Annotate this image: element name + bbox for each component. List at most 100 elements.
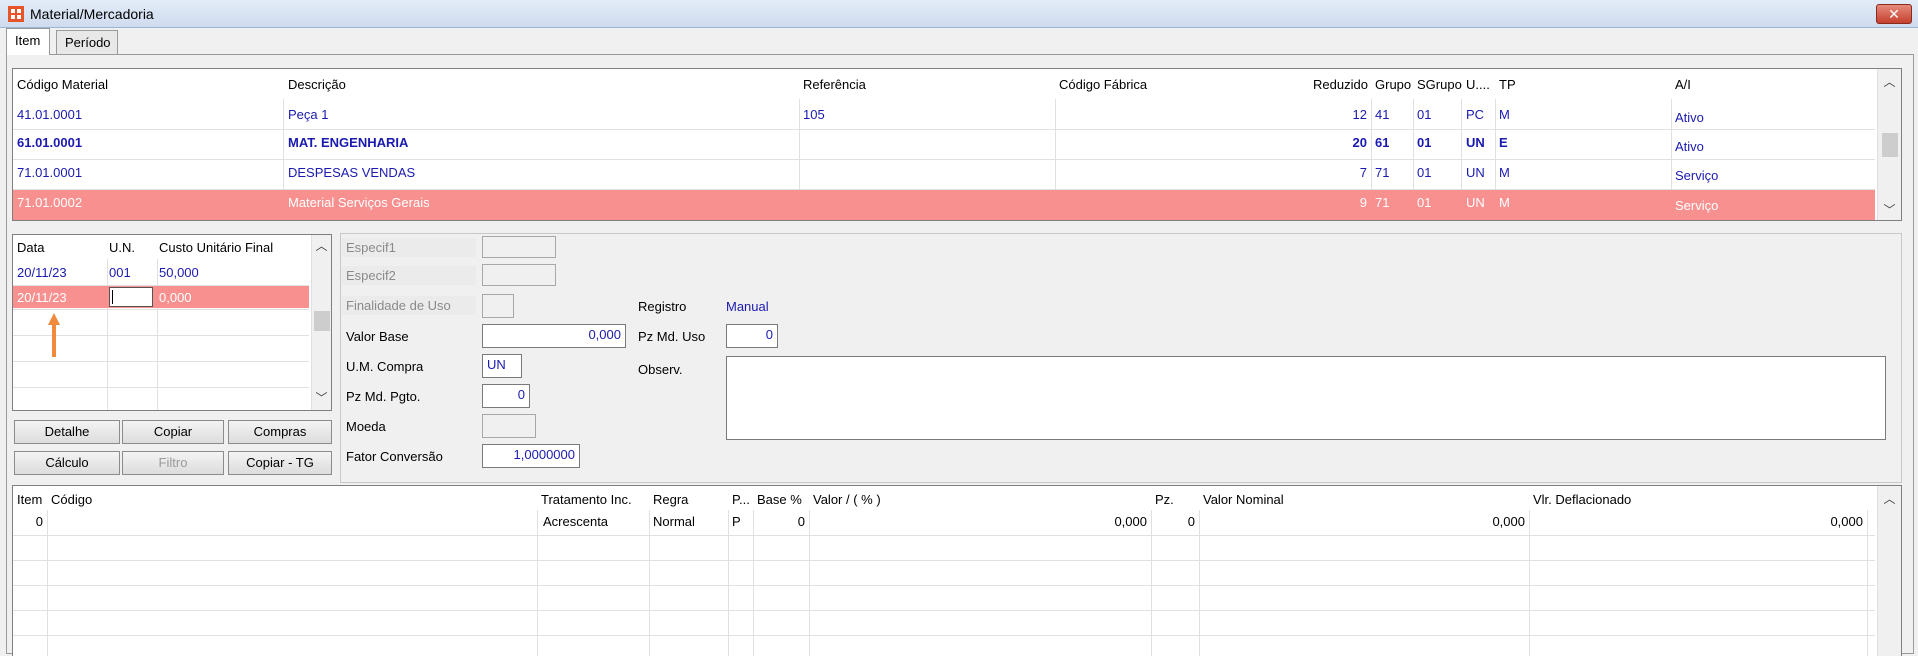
moeda-label: Moeda xyxy=(346,419,386,434)
col-header-nominal[interactable]: Valor Nominal xyxy=(1203,492,1284,507)
row-divider xyxy=(13,610,1875,611)
pz-md-uso-label: Pz Md. Uso xyxy=(638,329,706,344)
col-header-descricao[interactable]: Descrição xyxy=(288,77,346,92)
observ-textarea[interactable] xyxy=(726,356,1886,440)
cell-un: 001 xyxy=(109,265,131,280)
scroll-up-icon[interactable]: ︿ xyxy=(1878,490,1901,507)
window-title: Material/Mercadoria xyxy=(30,6,154,22)
detalhe-button[interactable]: Detalhe xyxy=(14,420,120,444)
cell-un: UN xyxy=(1466,195,1485,210)
col-header-codigo[interactable]: Código Material xyxy=(17,77,108,92)
items-grid: Item Código Tratamento Inc. Regra P... B… xyxy=(12,485,1902,656)
compras-button[interactable]: Compras xyxy=(228,420,332,444)
tab-periodo[interactable]: Período xyxy=(56,30,118,54)
cell-pz: 0 xyxy=(1187,514,1195,529)
cell-nominal: 0,000 xyxy=(1492,514,1525,529)
col-header-p[interactable]: P... xyxy=(732,492,750,507)
col-header-base[interactable]: Base % xyxy=(757,492,802,507)
un-input[interactable] xyxy=(109,287,153,307)
filtro-button[interactable]: Filtro xyxy=(122,451,224,475)
fator-input[interactable]: 1,0000000 xyxy=(482,444,580,468)
especif1-input[interactable] xyxy=(482,236,556,258)
cell-ai: Serviço xyxy=(1675,198,1719,213)
scroll-up-icon[interactable]: ︿ xyxy=(312,237,331,254)
scroll-up-icon[interactable]: ︿ xyxy=(1878,73,1901,90)
cell-data: 20/11/23 xyxy=(17,290,67,305)
col-header-deflacionado[interactable]: Vlr. Deflacionado xyxy=(1533,492,1631,507)
cell-reduzido: 9 xyxy=(1359,195,1367,210)
cell-ai: Ativo xyxy=(1675,110,1704,125)
col-header-tratamento[interactable]: Tratamento Inc. xyxy=(541,492,632,507)
cell-codigo: 41.01.0001 xyxy=(17,107,83,122)
col-header-data[interactable]: Data xyxy=(17,240,44,255)
col-header-valor[interactable]: Valor / ( % ) xyxy=(813,492,881,507)
cell-item: 0 xyxy=(35,514,43,529)
col-header-referencia[interactable]: Referência xyxy=(803,77,866,92)
cell-ai: Serviço xyxy=(1675,168,1719,183)
tab-label: Item xyxy=(15,33,41,48)
items-scrollbar[interactable]: ︿ xyxy=(1877,486,1901,656)
scroll-thumb[interactable] xyxy=(314,311,330,331)
cell-reduzido: 20 xyxy=(1352,135,1367,150)
cell-sgrupo: 01 xyxy=(1417,165,1432,180)
finalidade-input[interactable] xyxy=(482,294,514,318)
col-header-grupo[interactable]: Grupo xyxy=(1375,77,1411,92)
cell-regra: Normal xyxy=(653,514,695,529)
especif2-input[interactable] xyxy=(482,264,556,286)
col-header-un[interactable]: U.... xyxy=(1466,77,1490,92)
tab-item[interactable]: Item xyxy=(6,28,50,55)
finalidade-label: Finalidade de Uso xyxy=(342,296,476,315)
col-header-codigo[interactable]: Código xyxy=(51,492,92,507)
cell-ai: Ativo xyxy=(1675,139,1704,154)
col-header-ai[interactable]: A/I xyxy=(1675,77,1691,92)
cell-data: 20/11/23 xyxy=(17,265,67,280)
col-header-un[interactable]: U.N. xyxy=(109,240,135,255)
col-header-fabrica[interactable]: Código Fábrica xyxy=(1059,77,1147,92)
cell-reduzido: 7 xyxy=(1359,165,1367,180)
pz-md-pgto-label: Pz Md. Pgto. xyxy=(346,389,421,404)
tab-label: Período xyxy=(65,35,111,50)
col-header-custo[interactable]: Custo Unitário Final xyxy=(159,240,273,255)
valor-base-input[interactable]: 0,000 xyxy=(482,324,626,348)
cell-sgrupo: 01 xyxy=(1417,107,1432,122)
col-header-regra[interactable]: Regra xyxy=(653,492,688,507)
title-bar: Material/Mercadoria ✕ xyxy=(0,0,1918,28)
cost-scrollbar[interactable]: ︿ ﹀ xyxy=(311,235,331,410)
cell-codigo: 71.01.0002 xyxy=(17,195,83,210)
cell-codigo: 71.01.0001 xyxy=(17,165,83,180)
cost-grid: Data U.N. Custo Unitário Final 20/11/23 … xyxy=(12,234,332,411)
um-compra-input[interactable]: UN xyxy=(482,354,522,378)
scroll-thumb[interactable] xyxy=(1882,133,1898,157)
cell-descricao: MAT. ENGENHARIA xyxy=(288,135,409,150)
calculo-button[interactable]: Cálculo xyxy=(14,451,120,475)
close-button[interactable]: ✕ xyxy=(1876,4,1912,24)
pz-md-pgto-input[interactable]: 0 xyxy=(482,384,530,408)
scroll-down-icon[interactable]: ﹀ xyxy=(1878,201,1901,218)
cell-un: UN xyxy=(1466,135,1485,150)
cell-sgrupo: 01 xyxy=(1417,195,1432,210)
cell-sgrupo: 01 xyxy=(1417,135,1432,150)
row-divider xyxy=(13,387,309,388)
col-header-tp[interactable]: TP xyxy=(1499,77,1516,92)
col-header-pz[interactable]: Pz. xyxy=(1155,492,1174,507)
cell-p: P xyxy=(732,514,741,529)
scroll-down-icon[interactable]: ﹀ xyxy=(312,389,331,406)
valor-base-label: Valor Base xyxy=(346,329,409,344)
copiar-tg-button[interactable]: Copiar - TG xyxy=(228,451,332,475)
cell-custo: 0,000 xyxy=(159,290,192,305)
cell-tp: E xyxy=(1499,135,1508,150)
materials-scrollbar[interactable]: ︿ ﹀ xyxy=(1877,69,1901,220)
registro-value: Manual xyxy=(726,299,769,314)
moeda-input[interactable] xyxy=(482,414,536,438)
pz-md-uso-input[interactable]: 0 xyxy=(726,324,778,348)
cell-grupo: 71 xyxy=(1375,195,1390,210)
row-divider xyxy=(13,535,1875,536)
registro-label: Registro xyxy=(638,299,687,314)
copiar-button[interactable]: Copiar xyxy=(122,420,224,444)
row-divider xyxy=(13,361,309,362)
text-cursor xyxy=(112,290,113,304)
col-header-item[interactable]: Item xyxy=(17,492,42,507)
cell-descricao: Material Serviços Gerais xyxy=(288,195,430,210)
col-header-reduzido[interactable]: Reduzido xyxy=(1313,77,1368,92)
col-header-sgrupo[interactable]: SGrupo xyxy=(1417,77,1462,92)
